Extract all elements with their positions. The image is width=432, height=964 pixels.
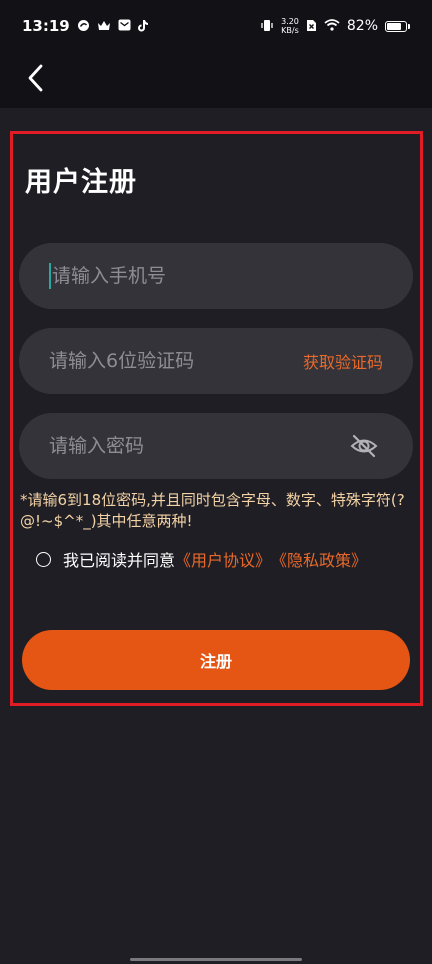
status-left: 13:19 (22, 17, 149, 35)
app-header (0, 52, 432, 108)
text-cursor (49, 263, 51, 289)
crown-icon (97, 20, 111, 33)
password-hint: *请输6到18位密码,并且同时包含字母、数字、特殊字符(?@!~$^*_)其中任… (20, 491, 405, 530)
page-title: 用户注册 (25, 167, 137, 198)
no-sim-icon (306, 19, 317, 34)
battery-percent: 82% (346, 18, 378, 34)
privacy-policy-link[interactable]: 《隐私政策》 (271, 547, 367, 571)
eye-off-icon (350, 434, 378, 458)
status-time: 13:19 (22, 17, 70, 35)
password-input[interactable] (49, 435, 349, 457)
net-speed-unit: KB/s (281, 26, 299, 35)
app-notification-icon (77, 19, 90, 34)
register-button[interactable]: 注册 (22, 630, 410, 690)
chevron-left-icon (28, 64, 43, 92)
code-input[interactable] (49, 350, 303, 372)
vibrate-icon (260, 19, 274, 34)
tiktok-icon (137, 19, 149, 34)
net-speed-value: 3.20 (281, 17, 299, 26)
agreement-row: 我已阅读并同意 《用户协议》 《隐私政策》 (36, 547, 367, 571)
get-code-button[interactable]: 获取验证码 (303, 349, 383, 373)
battery-fill (387, 22, 402, 30)
password-visibility-toggle[interactable] (349, 431, 379, 461)
status-right: 3.20 KB/s 82% (260, 17, 410, 35)
status-bar: 13:19 3.20 KB/s 82% (0, 0, 432, 52)
agree-radio[interactable] (36, 551, 51, 567)
phone-field[interactable] (19, 243, 413, 309)
code-field[interactable]: 获取验证码 (19, 328, 413, 394)
agree-text: 我已阅读并同意 (63, 551, 176, 570)
user-agreement-link[interactable]: 《用户协议》 (175, 547, 271, 571)
password-field[interactable] (19, 413, 413, 479)
phone-input[interactable] (52, 265, 383, 287)
home-indicator (130, 958, 302, 961)
battery-icon (385, 20, 407, 32)
back-button[interactable] (18, 60, 54, 96)
message-icon (118, 19, 131, 33)
wifi-icon (324, 19, 340, 33)
net-speed: 3.20 KB/s (281, 17, 299, 35)
battery-tip (408, 23, 410, 29)
